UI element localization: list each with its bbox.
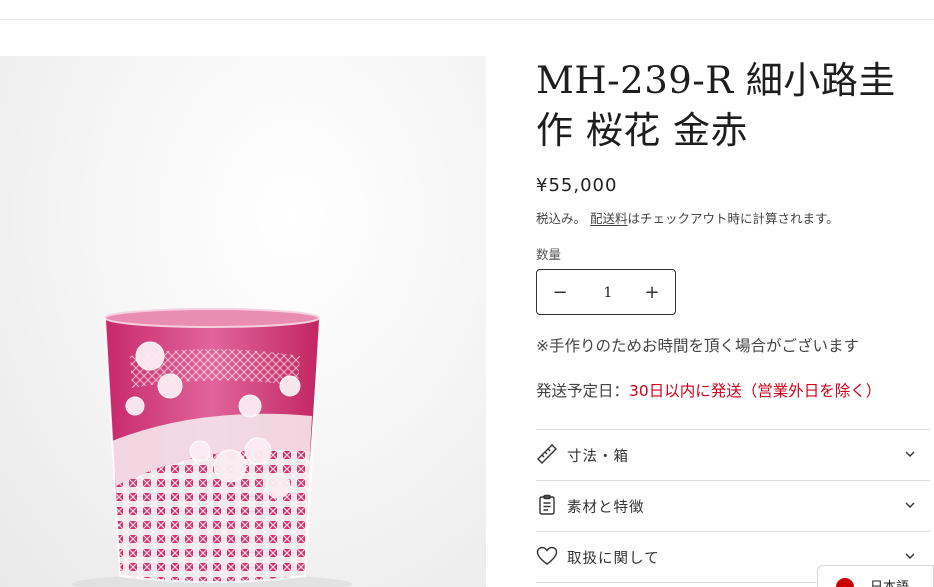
quantity-decrease-button[interactable]: − — [537, 270, 583, 314]
quantity-increase-button[interactable]: + — [629, 270, 675, 314]
quantity-label: 数量 — [536, 247, 562, 262]
accordion-dimensions-box[interactable]: 寸法・箱 — [536, 430, 930, 480]
shipping-policy-link[interactable]: 配送料 — [590, 211, 628, 226]
chevron-down-icon — [905, 451, 915, 457]
accordion-label: 寸法・箱 — [567, 449, 629, 465]
shipping-estimate-label: 発送予定日： — [536, 382, 630, 400]
clipboard-icon — [539, 494, 555, 515]
chevron-down-icon — [905, 553, 915, 559]
accordion-label: 取扱に関して — [567, 551, 660, 567]
kiriko-glass-illustration — [72, 308, 352, 587]
quantity-stepper: − + — [536, 269, 676, 315]
shipping-estimate: 発送予定日：30日以内に発送（営業外日を除く） — [536, 379, 881, 401]
handmade-note: ※手作りのためお時間を頂く場合がございます — [536, 337, 859, 355]
tax-shipping-note: 税込み。 配送料はチェックアウト時に計算されます。 — [536, 208, 839, 227]
tax-included-text: 税込み。 — [536, 211, 587, 226]
shipping-estimate-value: 30日以内に発送（営業外日を除く） — [629, 382, 882, 400]
language-selector[interactable]: 日本語 — [817, 565, 934, 587]
accordion-materials-features[interactable]: 素材と特徴 — [536, 481, 930, 531]
tax-suffix-text: はチェックアウト時に計算されます。 — [627, 211, 839, 226]
language-label: 日本語 — [870, 576, 909, 587]
heart-icon — [536, 546, 558, 565]
japan-flag-icon — [836, 578, 854, 587]
accordion-label: 素材と特徴 — [567, 500, 645, 516]
product-price: ¥55,000 — [536, 175, 618, 196]
product-image[interactable] — [0, 56, 486, 587]
chevron-down-icon — [905, 502, 915, 508]
product-title: MH-239-R 細小路圭作 桜花 金赤 — [536, 59, 896, 152]
ruler-icon — [537, 444, 557, 464]
product-info: MH-239-R 細小路圭作 桜花 金赤 ¥55,000 税込み。 配送料はチェ… — [536, 0, 934, 587]
quantity-input[interactable] — [583, 280, 633, 306]
